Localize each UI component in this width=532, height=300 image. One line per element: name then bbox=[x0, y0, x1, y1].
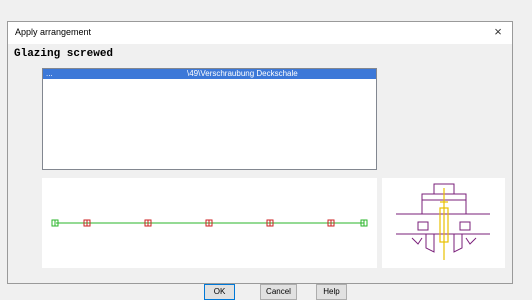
title-bar: Apply arrangement × bbox=[8, 22, 512, 44]
arrangement-preview-drawing bbox=[51, 219, 368, 227]
apply-arrangement-dialog: Apply arrangement × Glazing screwed ... … bbox=[7, 21, 513, 300]
section-detail-drawing bbox=[396, 183, 490, 260]
list-item-column-1: ... bbox=[46, 69, 53, 78]
help-button[interactable]: Help bbox=[316, 284, 347, 300]
list-item-column-2: \49\Verschraubung Deckschale bbox=[187, 69, 298, 78]
close-button[interactable]: × bbox=[490, 24, 506, 40]
arrangement-listbox[interactable]: ... \49\Verschraubung Deckschale bbox=[42, 68, 377, 170]
ok-button[interactable]: OK bbox=[204, 284, 235, 300]
list-item[interactable]: ... \49\Verschraubung Deckschale bbox=[43, 69, 376, 79]
cancel-button[interactable]: Cancel bbox=[260, 284, 297, 300]
arrangement-heading: Glazing screwed bbox=[14, 48, 114, 60]
dialog-title: Apply arrangement bbox=[15, 27, 92, 37]
section-detail-canvas bbox=[382, 178, 505, 268]
arrangement-preview-canvas bbox=[42, 178, 377, 268]
